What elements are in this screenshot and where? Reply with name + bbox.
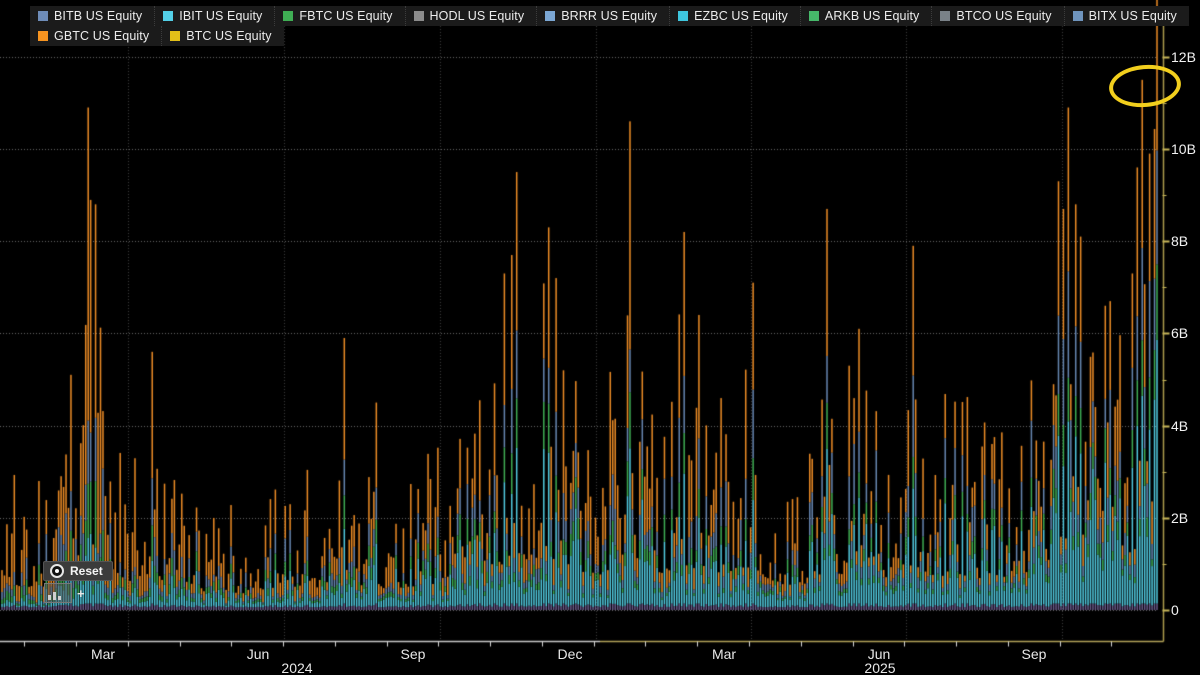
x-axis-year-label: 2025 <box>864 660 895 675</box>
legend-swatch <box>678 11 688 21</box>
legend-swatch <box>940 11 950 21</box>
zoom-chart-icon <box>44 583 72 603</box>
legend-swatch <box>414 11 424 21</box>
reset-button-label: Reset <box>70 564 103 578</box>
legend-item-arkb[interactable]: ARKB US Equity <box>801 6 933 26</box>
legend-swatch <box>809 11 819 21</box>
legend-swatch <box>283 11 293 21</box>
legend-item-label: IBIT US Equity <box>179 9 262 23</box>
y-axis-label-8b: 8B <box>1171 233 1188 249</box>
legend-item-brrr[interactable]: BRRR US Equity <box>537 6 670 26</box>
legend-item-label: EZBC US Equity <box>694 9 788 23</box>
bloomberg-volume-chart: BITB US Equity IBIT US Equity FBTC US Equi… <box>0 0 1200 675</box>
legend-item-label: BTCO US Equity <box>956 9 1051 23</box>
legend-item-label: GBTC US Equity <box>54 29 149 43</box>
legend-swatch <box>38 31 48 41</box>
legend-item-label: HODL US Equity <box>430 9 525 23</box>
legend-item-hodl[interactable]: HODL US Equity <box>406 6 538 26</box>
legend-swatch <box>1073 11 1083 21</box>
legend-item-fbtc[interactable]: FBTC US Equity <box>275 6 405 26</box>
legend-item-label: FBTC US Equity <box>299 9 392 23</box>
reset-target-icon <box>50 564 64 578</box>
legend-item-bitx[interactable]: BITX US Equity <box>1065 6 1189 26</box>
y-axis-label-6b: 6B <box>1171 325 1188 341</box>
chart-legend: BITB US Equity IBIT US Equity FBTC US Equi… <box>30 6 1170 46</box>
legend-item-btc[interactable]: BTC US Equity <box>162 26 283 46</box>
y-axis-label-0: 0 <box>1171 602 1179 618</box>
legend-item-label: BRRR US Equity <box>561 9 657 23</box>
legend-item-btco[interactable]: BTCO US Equity <box>932 6 1064 26</box>
x-axis-month-label: Dec <box>558 646 583 662</box>
y-axis-label-2b: 2B <box>1171 510 1188 526</box>
zoom-tool-control[interactable]: + <box>44 583 85 603</box>
chart-plot-area[interactable] <box>0 0 1200 675</box>
legend-item-label: BTC US Equity <box>186 29 271 43</box>
x-axis-month-label: Mar <box>91 646 115 662</box>
x-axis-year-label: 2024 <box>281 660 312 675</box>
legend-item-bitb[interactable]: BITB US Equity <box>30 6 155 26</box>
y-axis-label-12b: 12B <box>1171 49 1196 65</box>
legend-swatch <box>38 11 48 21</box>
legend-swatch <box>163 11 173 21</box>
legend-item-gbtc[interactable]: GBTC US Equity <box>30 26 162 46</box>
y-axis-label-4b: 4B <box>1171 418 1188 434</box>
x-axis-month-label: Sep <box>401 646 426 662</box>
legend-swatch <box>545 11 555 21</box>
legend-item-label: BITX US Equity <box>1089 9 1177 23</box>
x-axis-month-label: Sep <box>1022 646 1047 662</box>
legend-item-ibit[interactable]: IBIT US Equity <box>155 6 275 26</box>
x-axis-month-label: Mar <box>712 646 736 662</box>
y-axis-label-10b: 10B <box>1171 141 1196 157</box>
legend-item-ezbc[interactable]: EZBC US Equity <box>670 6 801 26</box>
legend-swatch <box>170 31 180 41</box>
reset-button[interactable]: Reset <box>43 561 113 581</box>
legend-item-label: ARKB US Equity <box>825 9 920 23</box>
legend-item-label: BITB US Equity <box>54 9 142 23</box>
x-axis-month-label: Jun <box>247 646 270 662</box>
zoom-in-icon[interactable]: + <box>77 587 85 600</box>
